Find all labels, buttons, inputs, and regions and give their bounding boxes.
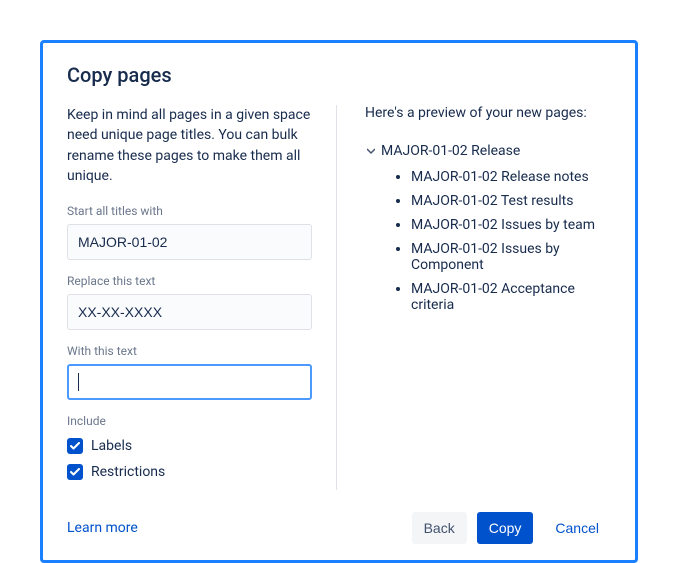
right-column: Here's a preview of your new pages: MAJO… [337, 105, 611, 490]
with-this-label: With this text [67, 344, 312, 358]
include-restrictions-text[interactable]: Restrictions [91, 464, 165, 480]
tree-root-label: MAJOR-01-02 Release [381, 143, 520, 159]
copy-button[interactable]: Copy [477, 512, 534, 544]
include-labels-checkbox[interactable] [67, 438, 83, 454]
dialog-description: Keep in mind all pages in a given space … [67, 105, 312, 186]
chevron-down-icon [365, 145, 377, 157]
tree-child: MAJOR-01-02 Release notes [411, 165, 611, 189]
prefix-label: Start all titles with [67, 204, 312, 218]
tree-child: MAJOR-01-02 Issues by team [411, 213, 611, 237]
footer-buttons: Back Copy Cancel [412, 512, 611, 544]
include-section: Include Labels Restrictio [67, 414, 312, 480]
checkmark-icon [70, 442, 80, 450]
replace-this-label: Replace this text [67, 274, 312, 288]
copy-pages-dialog: Copy pages Keep in mind all pages in a g… [40, 40, 638, 563]
include-labels-row: Labels [67, 438, 312, 454]
tree-children: MAJOR-01-02 Release notes MAJOR-01-02 Te… [411, 165, 611, 317]
learn-more-link[interactable]: Learn more [67, 520, 138, 536]
dialog-columns: Keep in mind all pages in a given space … [67, 105, 611, 490]
dialog-title: Copy pages [67, 63, 611, 87]
back-button[interactable]: Back [412, 512, 467, 544]
dialog-footer: Learn more Back Copy Cancel [67, 512, 611, 544]
include-labels-text[interactable]: Labels [91, 438, 132, 454]
text-cursor [78, 373, 79, 391]
with-this-input[interactable] [67, 364, 312, 400]
include-restrictions-checkbox[interactable] [67, 464, 83, 480]
tree-root-row[interactable]: MAJOR-01-02 Release [365, 143, 611, 159]
prefix-input[interactable] [67, 224, 312, 260]
include-restrictions-row: Restrictions [67, 464, 312, 480]
include-label: Include [67, 414, 312, 428]
left-column: Keep in mind all pages in a given space … [67, 105, 337, 490]
checkmark-icon [70, 468, 80, 476]
replace-this-input[interactable] [67, 294, 312, 330]
tree-child: MAJOR-01-02 Issues by Component [411, 237, 611, 277]
tree-child: MAJOR-01-02 Test results [411, 189, 611, 213]
preview-title: Here's a preview of your new pages: [365, 105, 611, 121]
tree-child: MAJOR-01-02 Acceptance criteria [411, 277, 611, 317]
cancel-button[interactable]: Cancel [543, 512, 611, 544]
